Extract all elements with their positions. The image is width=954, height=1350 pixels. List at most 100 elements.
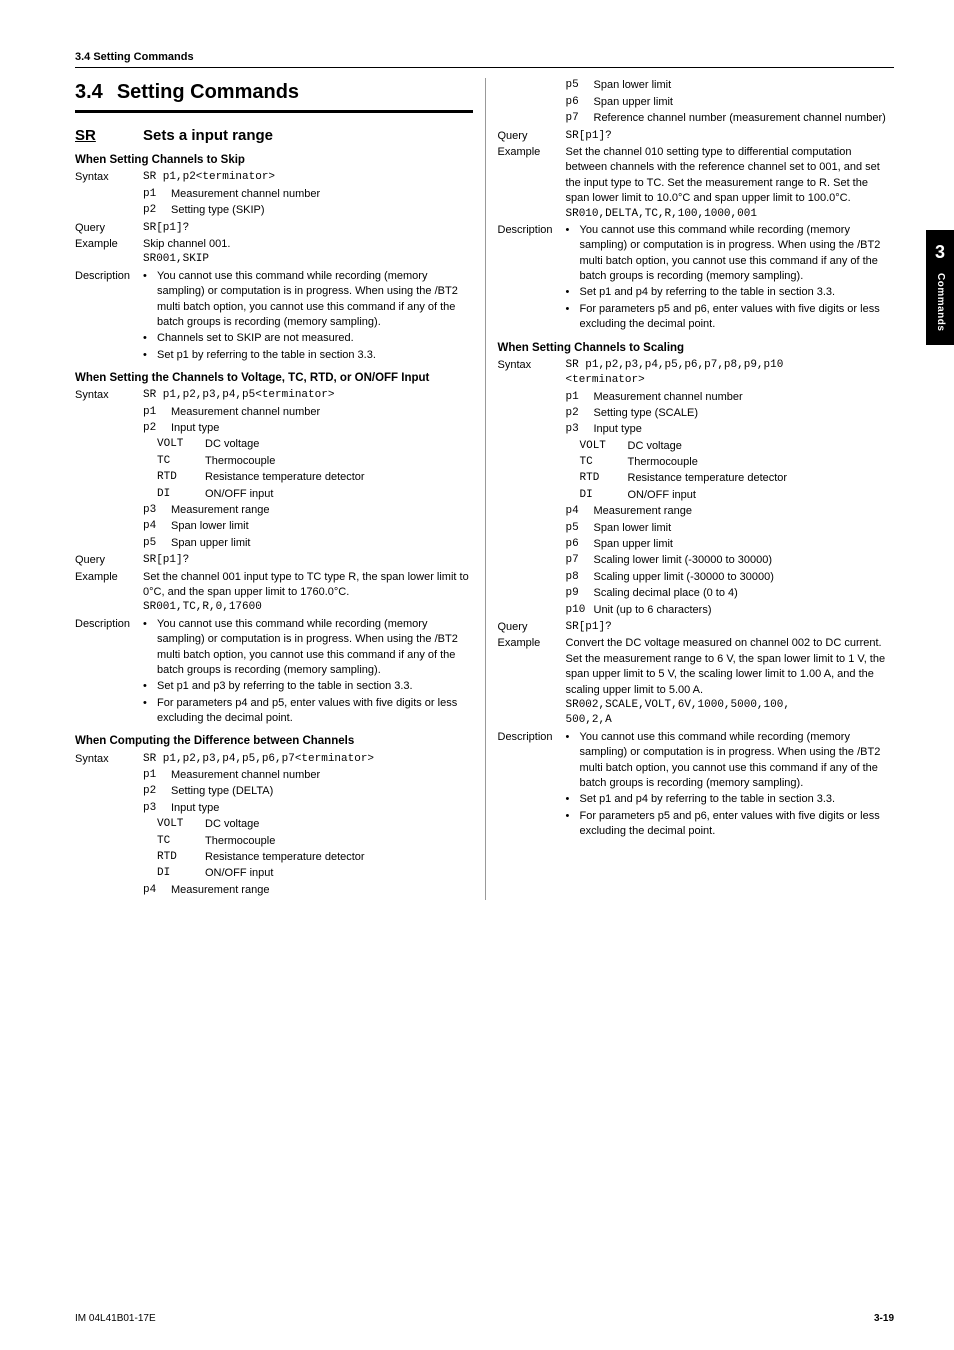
side-tab-number: 3: [926, 240, 954, 265]
bullet-text: You cannot use this command while record…: [157, 617, 473, 679]
param-code: p5: [566, 78, 594, 93]
bullet-icon: •: [143, 679, 157, 694]
top-rule: [75, 67, 894, 68]
type-code: TC: [157, 834, 205, 849]
query-label: Query: [75, 221, 143, 236]
sub-heading-volt: When Setting the Channels to Voltage, TC…: [75, 370, 473, 386]
section-number: 3.4: [75, 78, 103, 106]
example-label: Example: [75, 237, 143, 268]
param-desc: Span upper limit: [594, 95, 895, 110]
param-code: p9: [566, 586, 594, 601]
param-desc: Span upper limit: [171, 536, 473, 551]
cmd-title: Sets a input range: [143, 125, 273, 146]
param-code: p4: [143, 883, 171, 898]
param-desc: Unit (up to 6 characters): [594, 603, 895, 618]
example-label: Example: [498, 636, 566, 728]
param-desc: Input type: [171, 801, 473, 816]
type-desc: DC voltage: [205, 817, 473, 832]
param-code: p2: [143, 203, 171, 218]
bullet-text: You cannot use this command while record…: [580, 730, 895, 792]
type-code: DI: [157, 487, 205, 502]
param-desc: Setting type (SCALE): [594, 406, 895, 421]
bullet-icon: •: [566, 809, 580, 840]
example-code: SR001,SKIP: [143, 252, 473, 267]
param-code: p4: [566, 504, 594, 519]
syntax-value: SR p1,p2,p3,p4,p5<terminator>: [143, 388, 473, 403]
param-code: p5: [566, 521, 594, 536]
type-desc: ON/OFF input: [205, 866, 473, 881]
syntax-label: Syntax: [75, 170, 143, 185]
type-desc: ON/OFF input: [205, 487, 473, 502]
type-code: TC: [580, 455, 628, 470]
type-desc: DC voltage: [628, 439, 895, 454]
example-label: Example: [498, 145, 566, 222]
bullet-icon: •: [566, 302, 580, 333]
param-code: p2: [566, 406, 594, 421]
sub-heading-diff: When Computing the Difference between Ch…: [75, 733, 473, 749]
param-desc: Scaling lower limit (-30000 to 30000): [594, 553, 895, 568]
left-column: 3.4 Setting Commands SR Sets a input ran…: [75, 78, 485, 900]
param-code: p5: [143, 536, 171, 551]
example-text: Convert the DC voltage measured on chann…: [566, 636, 895, 698]
side-tab-label: Commands: [933, 273, 947, 331]
param-code: p1: [143, 405, 171, 420]
type-code: DI: [157, 866, 205, 881]
description-label: Description: [498, 730, 566, 841]
bullet-icon: •: [143, 696, 157, 727]
syntax-value: <terminator>: [566, 373, 895, 388]
sub-heading-scale: When Setting Channels to Scaling: [498, 340, 895, 356]
bullet-text: Set p1 and p4 by referring to the table …: [580, 792, 895, 807]
param-code: p10: [566, 603, 594, 618]
param-code: p3: [566, 422, 594, 437]
param-code: p7: [566, 111, 594, 126]
type-desc: Thermocouple: [628, 455, 895, 470]
bullet-icon: •: [566, 792, 580, 807]
param-code: p1: [143, 768, 171, 783]
example-text: Set the channel 001 input type to TC typ…: [143, 570, 473, 601]
bullet-text: For parameters p5 and p6, enter values w…: [580, 302, 895, 333]
right-column: p5Span lower limit p6Span upper limit p7…: [485, 78, 895, 900]
bullet-text: You cannot use this command while record…: [580, 223, 895, 285]
param-code: p7: [566, 553, 594, 568]
bullet-text: Set p1 and p3 by referring to the table …: [157, 679, 473, 694]
param-code: p6: [566, 95, 594, 110]
param-code: p4: [143, 519, 171, 534]
bullet-text: For parameters p5 and p6, enter values w…: [580, 809, 895, 840]
param-desc: Span lower limit: [171, 519, 473, 534]
example-code: SR002,SCALE,VOLT,6V,1000,5000,100,: [566, 698, 895, 713]
sub-heading-skip: When Setting Channels to Skip: [75, 152, 473, 168]
param-desc: Span upper limit: [594, 537, 895, 552]
bullet-icon: •: [143, 269, 157, 331]
bullet-text: For parameters p4 and p5, enter values w…: [157, 696, 473, 727]
param-desc: Measurement channel number: [171, 768, 473, 783]
param-code: p3: [143, 503, 171, 518]
param-desc: Measurement channel number: [171, 187, 473, 202]
param-code: p1: [566, 390, 594, 405]
type-code: VOLT: [157, 817, 205, 832]
query-value: SR[p1]?: [143, 553, 473, 568]
type-desc: Resistance temperature detector: [628, 471, 895, 486]
query-label: Query: [498, 620, 566, 635]
type-code: RTD: [157, 850, 205, 865]
bullet-text: Channels set to SKIP are not measured.: [157, 331, 473, 346]
description-label: Description: [75, 617, 143, 728]
param-desc: Input type: [594, 422, 895, 437]
param-desc: Measurement channel number: [171, 405, 473, 420]
syntax-value: SR p1,p2,p3,p4,p5,p6,p7<terminator>: [143, 752, 473, 767]
type-desc: ON/OFF input: [628, 488, 895, 503]
param-desc: Measurement range: [171, 883, 473, 898]
param-desc: Measurement range: [594, 504, 895, 519]
query-value: SR[p1]?: [143, 221, 473, 236]
param-code: p3: [143, 801, 171, 816]
type-desc: Thermocouple: [205, 454, 473, 469]
bullet-icon: •: [566, 223, 580, 285]
query-value: SR[p1]?: [566, 129, 895, 144]
section-heading: Setting Commands: [117, 78, 299, 106]
example-code: SR001,TC,R,0,17600: [143, 600, 473, 615]
bullet-icon: •: [143, 617, 157, 679]
section-rule: [75, 110, 473, 113]
param-desc: Setting type (DELTA): [171, 784, 473, 799]
type-desc: DC voltage: [205, 437, 473, 452]
bullet-icon: •: [143, 348, 157, 363]
type-desc: Resistance temperature detector: [205, 470, 473, 485]
